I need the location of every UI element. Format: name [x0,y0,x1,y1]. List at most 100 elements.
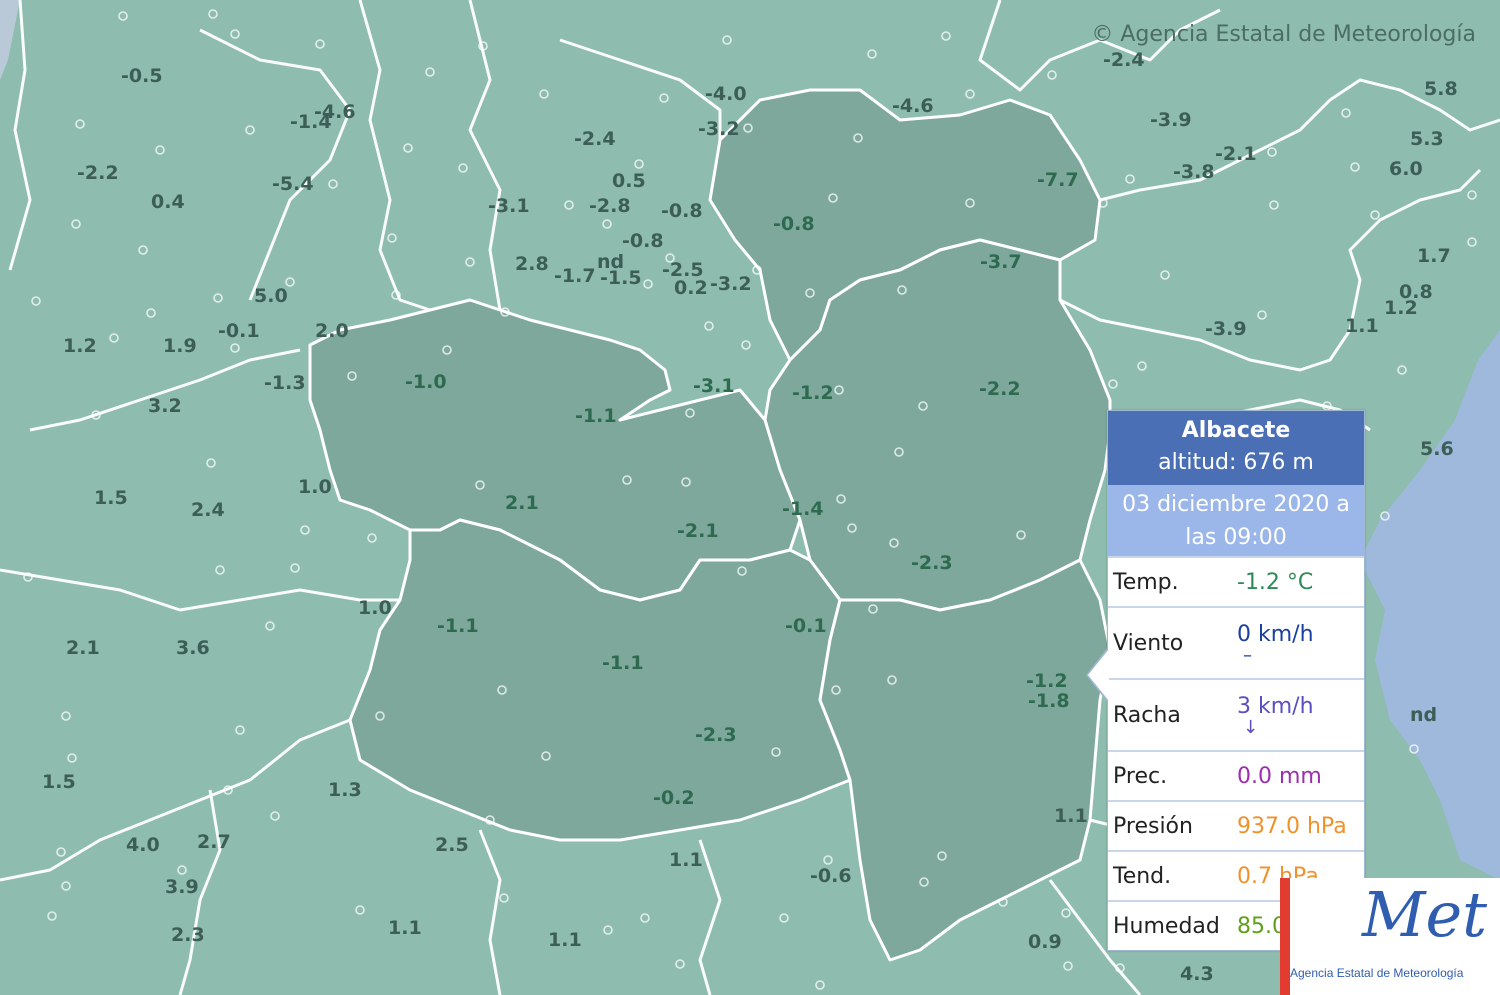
value-label: -2.8 [589,195,631,217]
value-label: -2.4 [1103,49,1145,71]
logo-subtext: Agencia Estatal de Meteorología [1290,966,1464,980]
value-label: nd [1410,704,1437,726]
value-label: -1.1 [437,615,479,637]
value-label: -2.1 [677,520,719,542]
value-label: 5.3 [1410,128,1444,150]
value-label: -2.3 [695,724,737,746]
value-label: -3.8 [1173,161,1215,183]
value-label: 0.2 [674,277,708,299]
value-label: -2.3 [911,552,953,574]
station-altitude: altitud: 676 m [1158,450,1314,475]
value-label: 0.5 [612,170,646,192]
wind-speed: 0 km/h [1237,621,1314,647]
value-label: 4.0 [126,834,160,856]
gust-speed: 3 km/h [1237,693,1314,719]
value-label: 1.2 [63,335,97,357]
value-label: -1.0 [405,371,447,393]
value-label: 6.0 [1389,158,1423,180]
value-label: -0.2 [653,787,695,809]
value-label: 2.1 [505,492,539,514]
row-value: 3 km/h ↓ [1237,694,1364,737]
value-label: -3.2 [698,118,740,140]
value-label: 2.4 [191,499,225,521]
value-label: -4.0 [705,83,747,105]
value-label: -2.1 [1215,143,1257,165]
value-label: 1.1 [388,917,422,939]
popup-pointer-inner [1088,649,1109,701]
value-label: -0.1 [218,320,260,342]
value-label: 3.6 [176,637,210,659]
value-label: -1.3 [264,372,306,394]
value-label: -1.8 [1028,690,1070,712]
value-label: 1.9 [163,335,197,357]
row-presion: Presión 937.0 hPa [1108,800,1364,850]
value-label: -3.9 [1205,318,1247,340]
value-label: 1.0 [298,476,332,498]
value-label: -7.7 [1037,169,1079,191]
value-label: -0.1 [785,615,827,637]
row-label: Tend. [1113,863,1172,889]
value-label: -1.2 [792,382,834,404]
station-popup[interactable]: Albacete altitud: 676 m 03 diciembre 202… [1086,410,1365,951]
value-label: -3.1 [488,195,530,217]
value-label: 2.1 [66,637,100,659]
row-temp: Temp. -1.2 °C [1108,556,1364,606]
row-value: 937.0 hPa [1237,813,1347,839]
value-label: 1.0 [358,597,392,619]
aemet-logo: Met Agencia Estatal de Meteorología [1280,878,1500,995]
value-label: 4.3 [1180,963,1214,985]
value-label: 0.9 [1028,931,1062,953]
value-label: 1.1 [1345,315,1379,337]
gust-direction-icon: ↓ [1243,716,1259,738]
value-label: -3.9 [1150,109,1192,131]
station-name: Albacete [1181,418,1291,443]
value-label: 0.4 [151,191,185,213]
value-label: 1.2 [1384,297,1418,319]
value-label: -1.5 [600,267,642,289]
value-label: 1.1 [669,849,703,871]
value-label: 1.3 [328,779,362,801]
value-label: -4.6 [314,101,356,123]
value-label: -3.7 [980,251,1022,273]
value-label: 1.1 [1054,805,1088,827]
value-label: -0.5 [121,65,163,87]
value-label: -0.8 [773,213,815,235]
value-label: -1.4 [782,498,824,520]
value-label: 1.7 [1417,245,1451,267]
value-label: 5.8 [1424,78,1458,100]
value-label: 3.9 [165,876,199,898]
value-label: 1.1 [548,929,582,951]
value-label: -3.2 [710,273,752,295]
row-label: Viento [1113,630,1184,656]
row-viento: Viento 0 km/h – [1108,606,1364,678]
value-label: -1.1 [602,652,644,674]
value-label: 3.2 [148,395,182,417]
logo-accent [1280,878,1290,995]
copyright-notice: © Agencia Estatal de Meteorología [1091,22,1476,47]
row-label: Temp. [1113,569,1179,595]
value-label: 5.6 [1420,438,1454,460]
value-label: -0.8 [622,230,664,252]
value-label: -1.7 [554,265,596,287]
wind-direction-icon: – [1243,644,1252,666]
value-label: -1.1 [575,405,617,427]
row-prec: Prec. 0.0 mm [1108,750,1364,800]
value-label: 1.5 [94,487,128,509]
value-label: -2.2 [979,378,1021,400]
value-label: -4.6 [892,95,934,117]
value-label: 2.0 [315,320,349,342]
popup-date: 03 diciembre 2020 a las 09:00 [1108,485,1364,556]
row-value: 0 km/h – [1237,622,1364,665]
value-label: 2.7 [197,831,231,853]
value-label: 2.5 [435,834,469,856]
logo-text: Met [1362,878,1488,951]
value-label: 2.3 [171,924,205,946]
row-label: Humedad [1113,913,1220,939]
value-label: 1.5 [42,771,76,793]
row-value: 0.0 mm [1237,763,1322,789]
row-label: Prec. [1113,763,1168,789]
value-label: -1.2 [1026,670,1068,692]
value-label: -3.1 [693,375,735,397]
value-label: -0.6 [810,865,852,887]
row-racha: Racha 3 km/h ↓ [1108,678,1364,750]
